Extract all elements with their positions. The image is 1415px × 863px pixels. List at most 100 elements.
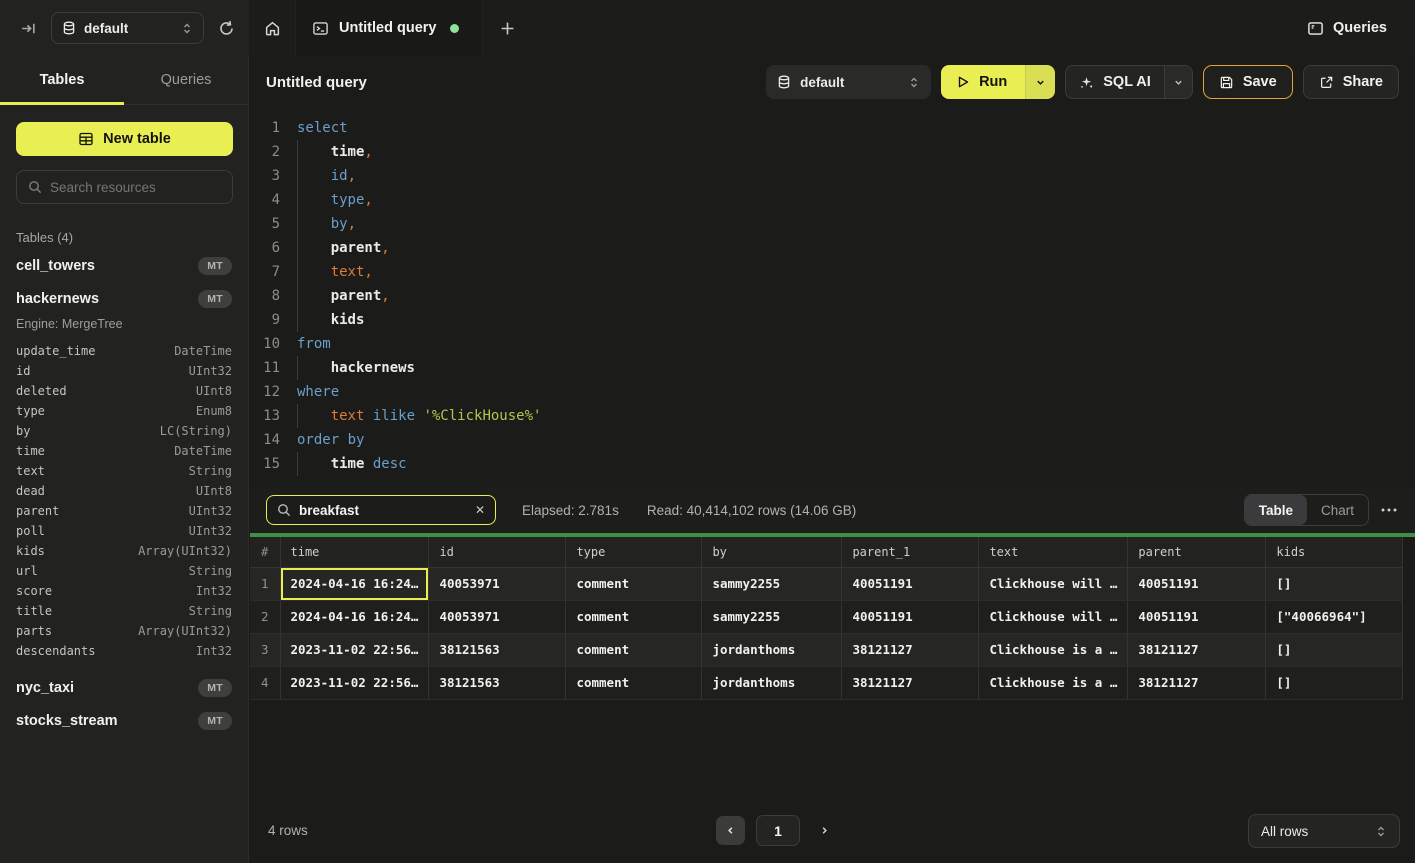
run-button[interactable]: Run (941, 65, 1025, 99)
column-header-by[interactable]: by (702, 537, 842, 567)
column-header-parent[interactable]: parent (1128, 537, 1266, 567)
table-cell[interactable]: 2023-11-02 22:56… (280, 633, 429, 666)
table-cell[interactable]: 2023-11-02 22:56… (280, 666, 429, 699)
table-cell[interactable]: jordanthoms (702, 633, 842, 666)
table-column-row[interactable]: partsArray(UInt32) (16, 621, 232, 641)
table-cell[interactable]: 38121127 (1128, 633, 1266, 666)
table-cell[interactable]: 38121127 (842, 633, 979, 666)
table-cell[interactable]: 40053971 (429, 567, 566, 600)
sidebar-table-hackernews[interactable]: hackernewsMT (0, 282, 248, 315)
table-cell[interactable]: 38121127 (1128, 666, 1266, 699)
column-header-id[interactable]: id (429, 537, 566, 567)
column-header-type[interactable]: type (566, 537, 702, 567)
table-cell[interactable]: [] (1266, 567, 1403, 600)
table-cell[interactable]: 38121563 (429, 633, 566, 666)
table-cell[interactable]: 2024-04-16 16:24… (280, 600, 429, 633)
row-number[interactable]: 4 (250, 666, 280, 699)
table-column-row[interactable]: scoreInt32 (16, 581, 232, 601)
table-column-row[interactable]: pollUInt32 (16, 521, 232, 541)
table-row[interactable]: 12024-04-16 16:24…40053971commentsammy22… (250, 567, 1403, 600)
sidebar-search[interactable] (16, 170, 233, 204)
table-cell[interactable]: Clickhouse will … (979, 600, 1128, 633)
table-cell[interactable]: [] (1266, 633, 1403, 666)
table-row[interactable]: 42023-11-02 22:56…38121563commentjordant… (250, 666, 1403, 699)
sidebar-table-cell_towers[interactable]: cell_towersMT (0, 249, 248, 282)
sql-ai-button[interactable]: SQL AI (1066, 66, 1164, 98)
table-column-row[interactable]: parentUInt32 (16, 501, 232, 521)
prev-page-button[interactable] (716, 816, 745, 845)
table-column-row[interactable]: deadUInt8 (16, 481, 232, 501)
column-header-time[interactable]: time (280, 537, 429, 567)
page-size-selector[interactable]: All rows (1248, 814, 1400, 848)
table-cell[interactable]: 40051191 (842, 567, 979, 600)
row-number[interactable]: 3 (250, 633, 280, 666)
table-cell[interactable]: [] (1266, 666, 1403, 699)
table-cell[interactable]: Clickhouse is a … (979, 666, 1128, 699)
table-column-row[interactable]: urlString (16, 561, 232, 581)
table-column-row[interactable]: timeDateTime (16, 441, 232, 461)
new-table-button[interactable]: New table (16, 122, 233, 156)
row-number[interactable]: 2 (250, 600, 280, 633)
column-header-num[interactable]: # (250, 537, 280, 567)
table-column-row[interactable]: typeEnum8 (16, 401, 232, 421)
sidebar-tab-tables[interactable]: Tables (0, 56, 124, 104)
table-column-row[interactable]: update_timeDateTime (16, 341, 232, 361)
sidebar-tab-queries[interactable]: Queries (124, 56, 248, 104)
table-row[interactable]: 22024-04-16 16:24…40053971commentsammy22… (250, 600, 1403, 633)
table-cell[interactable]: 40053971 (429, 600, 566, 633)
table-column-row[interactable]: idUInt32 (16, 361, 232, 381)
refresh-icon[interactable] (218, 20, 235, 37)
sidebar-search-input[interactable] (50, 180, 221, 195)
table-column-row[interactable]: textString (16, 461, 232, 481)
table-cell[interactable]: Clickhouse will … (979, 567, 1128, 600)
table-cell[interactable]: Clickhouse is a … (979, 633, 1128, 666)
sql-ai-options-button[interactable] (1164, 66, 1192, 98)
sidebar-table-stocks_stream[interactable]: stocks_streamMT (0, 704, 248, 737)
query-database-selector[interactable]: default (766, 65, 931, 99)
table-cell[interactable]: 40051191 (1128, 567, 1266, 600)
more-options-icon[interactable] (1379, 504, 1399, 516)
table-cell[interactable]: comment (566, 633, 702, 666)
table-cell[interactable]: sammy2255 (702, 567, 842, 600)
table-cell[interactable]: jordanthoms (702, 666, 842, 699)
table-column-row[interactable]: titleString (16, 601, 232, 621)
table-cell[interactable]: 40051191 (842, 600, 979, 633)
toggle-chart[interactable]: Chart (1307, 495, 1368, 525)
sql-editor[interactable]: 1select2time,3id,4type,5by,6parent,7text… (250, 108, 1415, 487)
indent-guide (297, 236, 331, 260)
column-header-parent_1[interactable]: parent_1 (842, 537, 979, 567)
clear-search-icon[interactable]: ✕ (469, 503, 485, 517)
results-search-input[interactable] (299, 503, 461, 518)
next-page-button[interactable] (811, 816, 837, 845)
table-column-row[interactable]: byLC(String) (16, 421, 232, 441)
row-number[interactable]: 1 (250, 567, 280, 600)
current-page[interactable]: 1 (756, 815, 800, 846)
table-cell[interactable]: comment (566, 600, 702, 633)
share-button[interactable]: Share (1303, 65, 1399, 99)
table-cell[interactable]: 38121563 (429, 666, 566, 699)
home-button[interactable] (249, 0, 296, 56)
new-tab-button[interactable] (483, 0, 531, 56)
table-cell[interactable]: 38121127 (842, 666, 979, 699)
database-selector[interactable]: default (51, 12, 204, 44)
table-cell[interactable]: 2024-04-16 16:24… (280, 567, 429, 600)
results-search[interactable]: ✕ (266, 495, 496, 525)
column-header-text[interactable]: text (979, 537, 1128, 567)
table-cell[interactable]: sammy2255 (702, 600, 842, 633)
run-options-button[interactable] (1025, 65, 1055, 99)
table-column-row[interactable]: kidsArray(UInt32) (16, 541, 232, 561)
table-cell[interactable]: ["40066964"] (1266, 600, 1403, 633)
table-cell[interactable]: 40051191 (1128, 600, 1266, 633)
save-button[interactable]: Save (1203, 65, 1293, 99)
sidebar-table-nyc_taxi[interactable]: nyc_taxiMT (0, 671, 248, 704)
queries-button[interactable]: Queries (1307, 20, 1387, 37)
table-cell[interactable]: comment (566, 567, 702, 600)
column-header-kids[interactable]: kids (1266, 537, 1403, 567)
table-row[interactable]: 32023-11-02 22:56…38121563commentjordant… (250, 633, 1403, 666)
collapse-sidebar-icon[interactable] (20, 20, 37, 37)
table-cell[interactable]: comment (566, 666, 702, 699)
tab-untitled-query[interactable]: Untitled query (296, 0, 483, 56)
table-column-row[interactable]: descendantsInt32 (16, 641, 232, 661)
table-column-row[interactable]: deletedUInt8 (16, 381, 232, 401)
toggle-table[interactable]: Table (1245, 495, 1307, 525)
